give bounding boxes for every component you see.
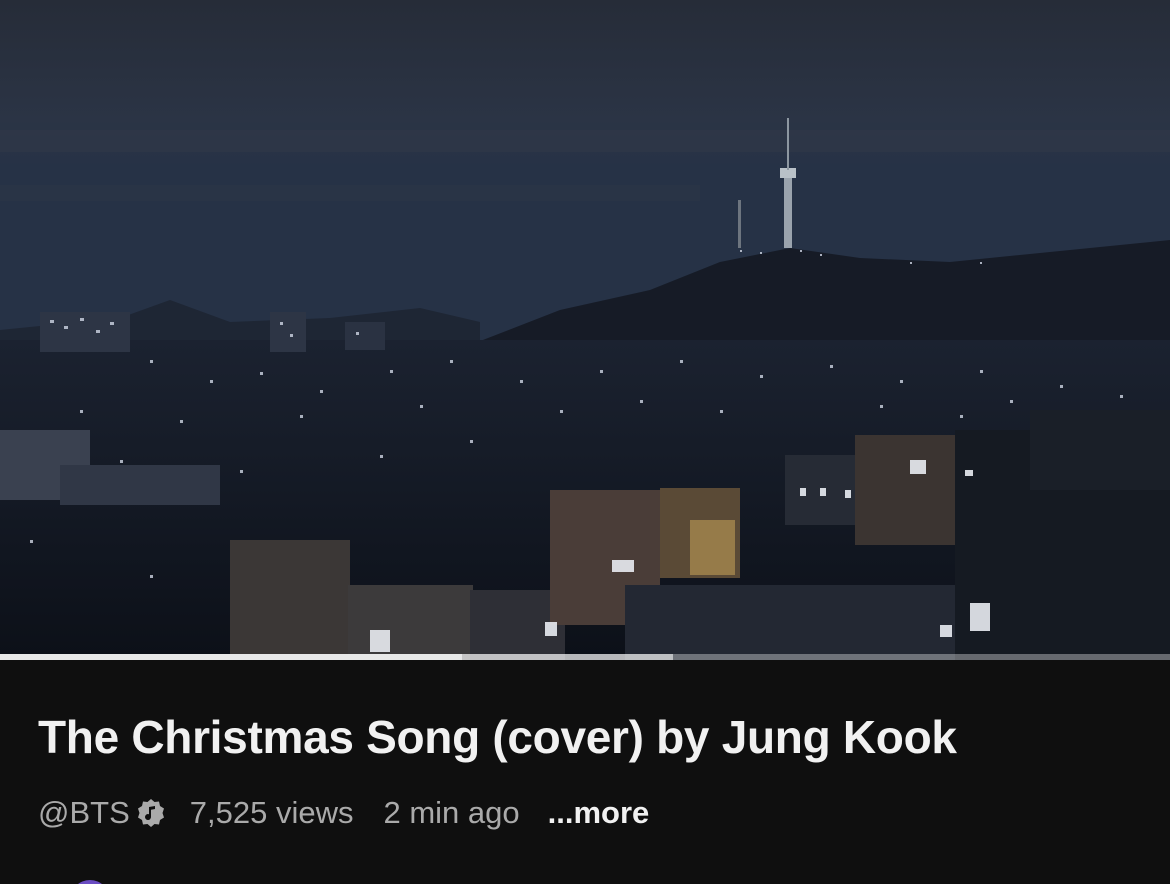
upload-time: 2 min ago [383, 795, 520, 830]
video-player[interactable] [0, 0, 1170, 660]
video-title[interactable]: The Christmas Song (cover) by Jung Kook [38, 710, 957, 764]
music-note-verified-icon [137, 799, 164, 827]
view-count: 7,525 views [189, 795, 354, 830]
video-meta-row: @BTS 7,525 views 2 min ago ...more [38, 795, 649, 831]
video-watch-screen: The Christmas Song (cover) by Jung Kook … [0, 0, 1170, 884]
video-info-panel: The Christmas Song (cover) by Jung Kook … [0, 660, 1170, 884]
night-city-thumbnail [0, 0, 1170, 660]
channel-handle[interactable]: @BTS [38, 795, 130, 831]
more-button[interactable]: ...more [548, 795, 650, 831]
